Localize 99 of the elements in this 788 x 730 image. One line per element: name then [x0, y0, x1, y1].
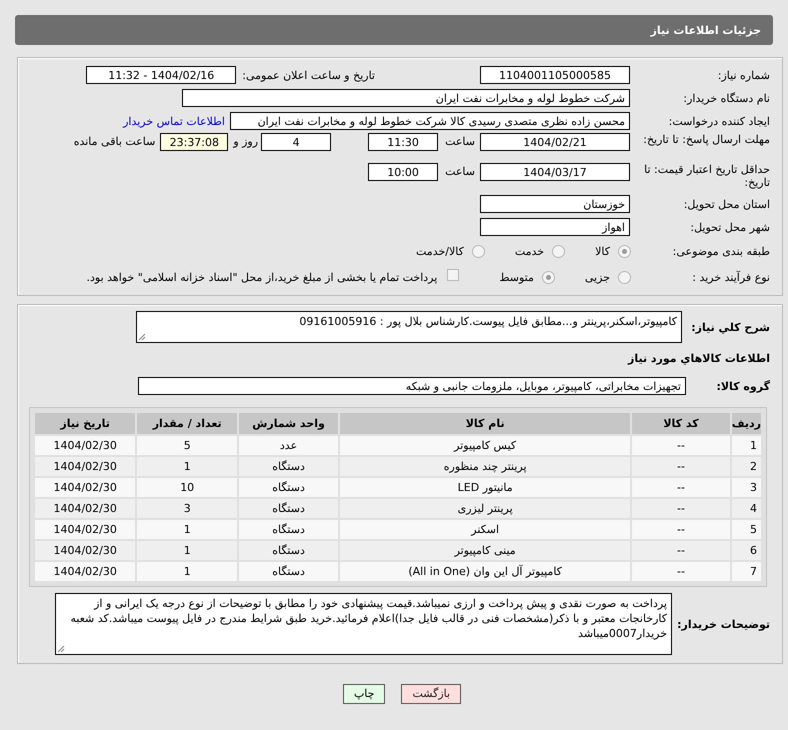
- field-label: مهلت ارسال پاسخ: تا تاریخ:: [642, 133, 770, 146]
- radio-label: متوسط: [499, 271, 534, 284]
- table-cell: --: [632, 499, 730, 518]
- field-label: ساعت: [445, 165, 475, 178]
- requester-field: محسن زاده نظری متصدی رسیدی کالا شرکت خطوط لوله و مخابرات نفت ایران: [230, 112, 630, 130]
- radio-button[interactable]: [618, 271, 631, 284]
- table-cell: 1: [137, 562, 238, 581]
- column-header: کد کالا: [632, 413, 730, 434]
- buyer-org-field: شرکت خطوط لوله و مخابرات نفت ایران: [182, 89, 630, 107]
- table-cell: دستگاه: [239, 499, 338, 518]
- table-cell: پرینتر چند منظوره: [340, 457, 630, 476]
- table-cell: 1404/02/30: [35, 499, 136, 518]
- deadline-time-field: 11:30: [368, 133, 438, 151]
- goods-group-field: تجهیزات مخابراتی، کامپیوتر، موبایل، ملزومات جانبی و شبکه: [138, 377, 686, 395]
- field-label: توضیحات خریدار:: [676, 618, 770, 630]
- field-label: ایجاد کننده درخواست:: [668, 114, 770, 128]
- column-header: نام کالا: [340, 413, 630, 434]
- field-label: شرح کلي نياز:: [690, 320, 770, 334]
- table-cell: 1404/02/30: [35, 478, 136, 497]
- table-cell: 5: [732, 520, 761, 539]
- table-cell: مانیتور LED: [340, 478, 630, 497]
- table-cell: دستگاه: [239, 541, 338, 560]
- remaining-time-field: 23:37:08: [160, 133, 228, 151]
- need-number-field: 1104001105000585: [480, 66, 630, 84]
- table-cell: 6: [732, 541, 761, 560]
- table-cell: دستگاه: [239, 562, 338, 581]
- province-field: خوزستان: [480, 195, 630, 213]
- column-header: واحد شمارش: [239, 413, 338, 434]
- radio-button[interactable]: [542, 271, 555, 284]
- table-cell: عدد: [239, 436, 338, 455]
- checkbox[interactable]: [447, 268, 460, 280]
- field-label: ساعت باقی مانده: [74, 135, 156, 148]
- radio-button[interactable]: [552, 245, 566, 258]
- table-cell: دستگاه: [239, 457, 338, 476]
- table-cell: دستگاه: [239, 478, 338, 497]
- table-cell: مینی کامپیوتر: [340, 541, 630, 560]
- announce-date-field: 1404/02/16 - 11:32: [86, 66, 236, 84]
- column-header: تعداد / مقدار: [137, 413, 238, 434]
- page-header: جزئیات اطلاعات نیاز: [15, 15, 773, 45]
- validity-time-field: 10:00: [368, 163, 438, 181]
- radio-label: کالا/خدمت: [416, 245, 464, 258]
- table-cell: 5: [137, 436, 238, 455]
- radio-label: جزیی: [584, 271, 610, 284]
- buyer-notes-textarea[interactable]: پرداخت به صورت نقدی و پیش پرداخت و ارزی نمیباشد.قیمت پیشنهادی خود را مطابق با توضیحات از نوع درجه یک ایرانی و از کارخانجات معتبر و با ذکر(مشخصات فنی در قالب فایل جدا)اعلام فرمائید.خرید طبق شرایط مندرج در فایل پیوست میباشد.کد شعبه خریدار0007میباشد: [55, 593, 672, 655]
- checkbox-label: پرداخت تمام یا بخشی از مبلغ خرید،از محل "اسناد خزانه اسلامی" خواهد بود.: [86, 271, 438, 284]
- contact-link[interactable]: اطلاعات تماس خریدار: [123, 114, 225, 128]
- table-cell: 1404/02/30: [35, 562, 136, 581]
- column-header: تاریخ نیاز: [35, 413, 136, 434]
- days-field: 4: [261, 133, 332, 151]
- table-cell: 1: [732, 436, 761, 455]
- field-label: روز و: [233, 135, 258, 148]
- table-cell: کامپیوتر آل این وان (All in One): [340, 562, 630, 581]
- table-cell: --: [632, 562, 730, 581]
- back-button[interactable]: بازگشت: [401, 684, 462, 704]
- table-cell: 1404/02/30: [35, 436, 136, 455]
- table-cell: 3: [137, 499, 238, 518]
- field-label: طبقه بندی موضوعی:: [672, 245, 770, 258]
- table-cell: 2: [732, 457, 761, 476]
- radio-button[interactable]: [472, 245, 485, 258]
- table-cell: 4: [732, 499, 761, 518]
- field-label: نام دستگاه خریدار:: [682, 92, 770, 104]
- validity-date-field: 1404/03/17: [480, 163, 630, 181]
- table-cell: 1404/02/30: [35, 541, 136, 560]
- table-cell: --: [632, 541, 730, 560]
- resize-grip-icon[interactable]: [57, 645, 65, 653]
- table-cell: 1404/02/30: [35, 457, 136, 476]
- table-cell: --: [632, 457, 730, 476]
- table-cell: 3: [732, 478, 761, 497]
- deadline-date-field: 1404/02/21: [480, 133, 630, 151]
- description-textarea[interactable]: کامپیوتر،اسکنر،پرینتر و...مطابق فایل پیوست.کارشناس بلال پور : 09161005916: [136, 311, 682, 343]
- field-label: حداقل تاریخ اعتبار قیمت: تا تاریخ:: [643, 163, 770, 189]
- radio-label: خدمت: [514, 245, 544, 258]
- table-cell: 1: [137, 520, 238, 539]
- table-cell: --: [632, 478, 730, 497]
- radio-label: کالا: [595, 245, 610, 258]
- table-cell: 1: [137, 541, 238, 560]
- table-cell: 7: [732, 562, 761, 581]
- table-cell: --: [632, 436, 730, 455]
- resize-grip-icon[interactable]: [138, 333, 146, 341]
- print-button[interactable]: چاپ: [342, 684, 386, 704]
- column-header: ردیف: [732, 413, 761, 434]
- table-cell: --: [632, 520, 730, 539]
- field-label: شماره نیاز:: [716, 68, 770, 82]
- table-cell: 1: [137, 457, 238, 476]
- field-label: شهر محل تحویل:: [689, 220, 770, 234]
- table-cell: 1404/02/30: [35, 520, 136, 539]
- table-cell: اسکنر: [340, 520, 630, 539]
- field-label: گروه کالا:: [715, 380, 770, 392]
- field-label: استان محل تحویل:: [682, 198, 770, 210]
- radio-button[interactable]: [618, 245, 631, 258]
- section-title: اطلاعات كالاهاي مورد نياز: [628, 352, 770, 364]
- field-label: ساعت: [445, 135, 475, 148]
- city-field: اهواز: [480, 218, 630, 236]
- table-cell: کیس کامپیوتر: [340, 436, 630, 455]
- table-cell: 10: [137, 478, 238, 497]
- field-label: تاریخ و ساعت اعلان عمومی:: [242, 68, 375, 82]
- table-cell: پرینتر لیزری: [340, 499, 630, 518]
- field-label: نوع فرآیند خرید :: [691, 271, 770, 284]
- table-cell: دستگاه: [239, 520, 338, 539]
